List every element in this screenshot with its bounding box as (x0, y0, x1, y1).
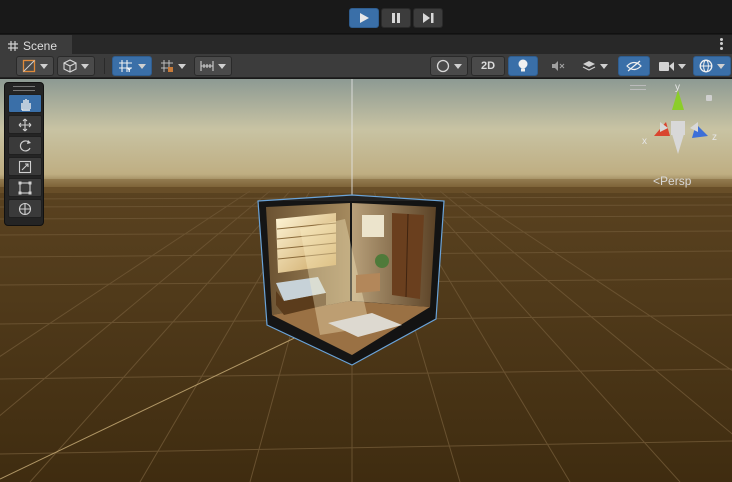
step-button[interactable] (413, 8, 443, 28)
mode-2d-button[interactable]: 2D (471, 56, 505, 76)
audio-toggle[interactable] (545, 56, 571, 76)
grid-snap-icon: Y (119, 60, 132, 73)
gizmo-y-label: y (675, 82, 680, 93)
rotate-icon (19, 139, 31, 152)
shading-dropdown[interactable] (57, 56, 95, 76)
snap-increment-icon (161, 60, 173, 72)
gizmo-x-label: x (642, 136, 647, 147)
scene-viewport[interactable]: y x z <Persp (0, 79, 732, 482)
play-icon (360, 13, 369, 23)
scene-visibility-icon (626, 60, 642, 72)
lighting-toggle[interactable] (508, 56, 538, 76)
snap-increment-dropdown[interactable] (155, 56, 191, 76)
rect-icon (18, 181, 32, 194)
hand-tool-button[interactable] (8, 94, 42, 113)
tab-scene-label: Scene (23, 39, 58, 53)
projection-label: Persp (660, 174, 692, 188)
grid-snap-dropdown[interactable]: Y (112, 56, 152, 76)
transform-icon (18, 202, 32, 215)
axis-gizmo-icon (654, 90, 708, 154)
scale-tool-button[interactable] (8, 157, 42, 176)
svg-text:Y: Y (126, 67, 132, 73)
scene-visibility-toggle[interactable] (618, 56, 650, 76)
ruler-icon (200, 61, 214, 71)
shading-sphere-icon (436, 59, 450, 73)
more-options-icon[interactable] (718, 37, 724, 51)
move-tool-button[interactable] (8, 115, 42, 134)
step-icon (422, 13, 433, 23)
tool-palette (4, 82, 44, 226)
hand-icon (21, 98, 31, 111)
camera-icon (658, 61, 674, 71)
palette-grip[interactable] (13, 86, 35, 91)
tab-scene[interactable]: Scene (0, 35, 72, 55)
rotate-tool-button[interactable] (8, 136, 42, 155)
play-controls-bar (0, 0, 732, 34)
ruler-dropdown[interactable] (194, 56, 232, 76)
toolbar-separator (104, 58, 105, 74)
lighting-bulb-icon (518, 59, 528, 72)
shading-sphere-dropdown[interactable] (430, 56, 468, 76)
scene-toolbar: Y 2D (0, 54, 732, 78)
draw-mode-dropdown[interactable] (16, 56, 54, 76)
scale-icon (18, 160, 32, 173)
pause-button[interactable] (381, 8, 411, 28)
effects-dropdown[interactable] (575, 56, 615, 76)
rect-tool-button[interactable] (8, 178, 42, 197)
gizmos-globe-icon (699, 59, 713, 73)
window-tab-bar: Scene (0, 34, 732, 55)
back-chevron-icon: < (653, 174, 661, 188)
mode-2d-label: 2D (480, 60, 496, 72)
draw-mode-icon (22, 59, 36, 73)
transform-tool-button[interactable] (8, 199, 42, 218)
shading-cube-icon (63, 59, 77, 73)
play-button-group (349, 8, 443, 28)
grid-icon (8, 41, 18, 51)
move-icon (18, 118, 32, 131)
gizmo-z-label: z (712, 132, 717, 143)
projection-toggle[interactable]: <Persp (653, 174, 691, 188)
gizmos-dropdown[interactable] (693, 56, 731, 76)
scene-render (0, 79, 732, 482)
play-button[interactable] (349, 8, 379, 28)
audio-mute-icon (552, 61, 565, 71)
effects-layers-icon (582, 61, 596, 71)
camera-dropdown[interactable] (653, 56, 691, 76)
pause-icon (392, 13, 400, 23)
